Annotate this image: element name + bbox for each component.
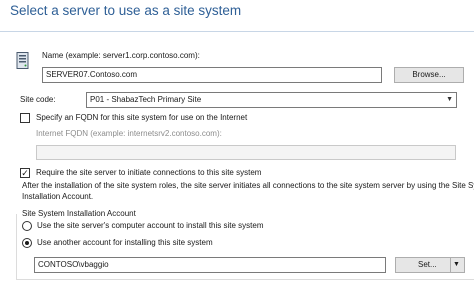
chevron-down-icon[interactable]: ▼ bbox=[450, 258, 462, 272]
set-button-label: Set... bbox=[418, 260, 437, 269]
computer-account-radio[interactable] bbox=[22, 221, 32, 231]
computer-account-radio-label: Use the site server's computer account t… bbox=[37, 221, 264, 230]
server-icon bbox=[16, 52, 30, 70]
name-label: Name (example: server1.corp.contoso.com)… bbox=[42, 51, 200, 60]
internet-fqdn-label: Internet FQDN (example: internetsrv2.con… bbox=[36, 129, 222, 138]
another-account-radio-label: Use another account for installing this … bbox=[37, 238, 213, 247]
require-initiate-checkbox[interactable]: ✓ bbox=[20, 168, 30, 178]
page-header: Select a server to use as a site system bbox=[0, 0, 474, 32]
internet-fqdn-input[interactable] bbox=[36, 145, 456, 160]
set-account-button[interactable]: Set... ▼ bbox=[395, 257, 465, 273]
header-divider bbox=[0, 31, 474, 32]
installation-account-input[interactable]: CONTOSO\vbaggio bbox=[34, 257, 386, 273]
fqdn-checkbox[interactable] bbox=[20, 113, 30, 123]
server-name-input[interactable]: SERVER07.Contoso.com bbox=[42, 67, 382, 83]
browse-button[interactable]: Browse... bbox=[394, 67, 464, 83]
fqdn-checkbox-label: Specify an FQDN for this site system for… bbox=[36, 113, 248, 122]
another-account-radio[interactable] bbox=[22, 238, 32, 248]
require-description-line2: Installation Account. bbox=[22, 192, 94, 201]
require-initiate-label: Require the site server to initiate conn… bbox=[36, 168, 262, 177]
chevron-down-icon: ▼ bbox=[446, 96, 453, 103]
page-title: Select a server to use as a site system bbox=[10, 3, 242, 18]
site-code-select[interactable]: P01 - ShabazTech Primary Site ▼ bbox=[86, 92, 457, 108]
site-code-label: Site code: bbox=[20, 95, 56, 104]
site-code-value: P01 - ShabazTech Primary Site bbox=[90, 95, 202, 104]
